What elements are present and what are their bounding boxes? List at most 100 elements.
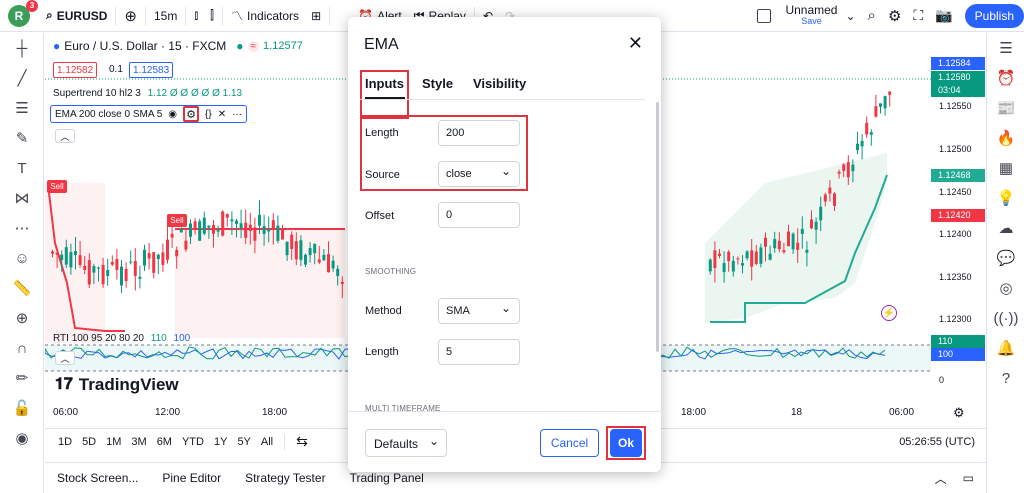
collapse-rti-chevron-up-icon[interactable]: ︿ bbox=[55, 351, 75, 365]
range-button[interactable]: YTD bbox=[177, 436, 209, 448]
rti-scale-label: 0 bbox=[939, 375, 945, 385]
settings-button[interactable]: ⚙ bbox=[882, 0, 907, 32]
range-button[interactable]: 6M bbox=[152, 436, 177, 448]
buy-price-box[interactable]: 1.12583 bbox=[129, 62, 174, 78]
price-scale-label: 1.12500 bbox=[939, 144, 972, 154]
user-avatar[interactable]: R 3 bbox=[8, 0, 38, 27]
alarm-clock-icon[interactable]: ⏰ bbox=[987, 63, 1024, 93]
prediction-icon[interactable]: ⋯ bbox=[0, 213, 44, 243]
more-icon[interactable]: ··· bbox=[232, 109, 242, 120]
source-code-icon[interactable]: {} bbox=[205, 109, 212, 120]
cancel-button[interactable]: Cancel bbox=[540, 429, 599, 457]
range-button[interactable]: 1Y bbox=[209, 436, 232, 448]
range-button[interactable]: 5Y bbox=[232, 436, 255, 448]
source-select[interactable]: close bbox=[438, 161, 520, 187]
watchlist-icon[interactable]: ☰ bbox=[987, 33, 1024, 63]
utc-clock[interactable]: 05:26:55 (UTC) bbox=[894, 436, 980, 448]
layout-button[interactable]: Unnamed Save ⌄ bbox=[751, 0, 861, 32]
defaults-dropdown[interactable]: Defaults ⌄ bbox=[365, 429, 447, 457]
smiley-icon[interactable]: ☺ bbox=[0, 243, 44, 273]
range-button[interactable]: 5D bbox=[77, 436, 101, 448]
bar-type-button[interactable]: ⫿ bbox=[204, 0, 220, 32]
news-icon[interactable]: 📰 bbox=[987, 93, 1024, 123]
snapshot-button[interactable]: 📷 bbox=[929, 0, 958, 32]
lightbulb-icon[interactable]: 💡 bbox=[987, 183, 1024, 213]
dialog-scrollbar[interactable] bbox=[656, 102, 659, 352]
range-button[interactable]: 1D bbox=[53, 436, 77, 448]
brush-icon[interactable]: ✎ bbox=[0, 123, 44, 153]
eye-icon[interactable]: ◉ bbox=[168, 109, 177, 120]
ema-legend[interactable]: EMA 200 close 0 SMA 5 ◉ ⚙ {} ✕ ··· bbox=[50, 105, 248, 123]
pattern-icon[interactable]: ⋈ bbox=[0, 183, 44, 213]
scale-settings-gear-icon[interactable]: ⚙ bbox=[953, 405, 965, 421]
lock-icon[interactable]: 🔓 bbox=[0, 393, 44, 423]
help-icon[interactable]: ? bbox=[987, 363, 1024, 393]
chevron-up-icon[interactable]: ︿ bbox=[927, 470, 955, 487]
symbol-search-button[interactable]: ⌕ EURUSD bbox=[40, 0, 113, 32]
method-select[interactable]: SMA bbox=[438, 298, 520, 324]
compare-button[interactable]: ⊕ bbox=[118, 0, 143, 32]
hotlist-icon[interactable]: 🔥 bbox=[987, 123, 1024, 153]
smoothing-length-input[interactable]: 5 bbox=[438, 339, 520, 365]
zoom-icon[interactable]: ⊕ bbox=[0, 303, 44, 333]
rti-value-2: 100 bbox=[173, 333, 191, 344]
tab-pine-editor[interactable]: Pine Editor bbox=[150, 471, 233, 485]
quick-search-button[interactable]: ⌕ bbox=[862, 0, 882, 32]
broadcast-icon[interactable]: ((·)) bbox=[987, 303, 1024, 333]
interval-button[interactable]: 15m bbox=[148, 0, 183, 32]
trendline-icon[interactable]: ╱ bbox=[0, 63, 44, 93]
close-icon[interactable]: ✕ bbox=[628, 33, 643, 54]
notifications-icon[interactable]: 🔔 bbox=[987, 333, 1024, 363]
range-button[interactable]: All bbox=[256, 436, 278, 448]
drawing-toolbar: ┼ ╱ ☰ ✎ T ⋈ ⋯ ☺ 📏 ⊕ ∩ ✏ 🔓 ◉ bbox=[0, 33, 44, 493]
comment-icon[interactable]: 💬 bbox=[987, 243, 1024, 273]
supertrend-legend[interactable]: Supertrend 10 hl2 3 1.12 Ø Ø Ø Ø Ø 1.13 bbox=[53, 88, 242, 99]
tab-divider bbox=[360, 99, 645, 100]
length-input[interactable]: 200 bbox=[438, 120, 520, 146]
stream-icon[interactable]: ◎ bbox=[987, 273, 1024, 303]
rti-label: RTI 100 95 20 80 20 bbox=[53, 333, 144, 344]
maximize-icon[interactable]: ▭ bbox=[955, 471, 986, 485]
sell-price-box[interactable]: 1.12582 bbox=[53, 62, 98, 78]
tab-style[interactable]: Style bbox=[422, 76, 453, 91]
indicators-label: Indicators bbox=[247, 8, 300, 23]
dialog-title: EMA bbox=[364, 36, 399, 53]
templates-button[interactable]: ⊞ bbox=[305, 0, 327, 32]
tab-stock-screener[interactable]: Stock Screen... bbox=[45, 471, 150, 485]
offset-input[interactable]: 0 bbox=[438, 202, 520, 228]
crosshair-icon[interactable]: ┼ bbox=[0, 33, 44, 63]
text-icon[interactable]: T bbox=[0, 153, 44, 183]
ok-button[interactable]: Ok bbox=[610, 429, 642, 457]
candle-type-button[interactable]: ⫾ bbox=[188, 0, 204, 32]
collapse-legend-chevron-up-icon[interactable]: ︿ bbox=[55, 129, 75, 143]
publish-button[interactable]: Publish bbox=[964, 3, 1024, 28]
goto-date-calendar-icon[interactable]: ⇆ bbox=[291, 433, 313, 450]
tab-inputs[interactable]: Inputs bbox=[365, 76, 404, 91]
range-button[interactable]: 3M bbox=[126, 436, 151, 448]
divider bbox=[144, 6, 146, 25]
lightning-icon[interactable]: ⚡ bbox=[881, 305, 897, 321]
ruler-icon[interactable]: 📏 bbox=[0, 273, 44, 303]
tab-trading-panel[interactable]: Trading Panel bbox=[338, 471, 436, 485]
calendar-icon[interactable]: ▦ bbox=[987, 153, 1024, 183]
tradingview-logo[interactable]: 𝟏𝟕 TradingView bbox=[55, 375, 179, 395]
magnet-icon[interactable]: ∩ bbox=[0, 333, 44, 363]
fullscreen-button[interactable]: ⛶ bbox=[907, 0, 929, 32]
ema-settings-gear-icon[interactable]: ⚙ bbox=[183, 106, 200, 122]
fib-icon[interactable]: ☰ bbox=[0, 93, 44, 123]
magnifier-icon: ⌕ bbox=[867, 7, 876, 24]
tab-strategy-tester[interactable]: Strategy Tester bbox=[233, 471, 337, 485]
time-label: 18 bbox=[791, 407, 803, 418]
lock-drawings-icon[interactable]: ✏ bbox=[0, 363, 44, 393]
divider bbox=[329, 6, 331, 25]
chat-icon[interactable]: ☁ bbox=[987, 213, 1024, 243]
eye-icon[interactable]: ◉ bbox=[0, 423, 44, 453]
remove-icon[interactable]: ✕ bbox=[218, 109, 226, 120]
range-button[interactable]: 1M bbox=[101, 436, 126, 448]
ema-settings-dialog: EMA ✕ Inputs Style Visibility Length 200… bbox=[348, 17, 661, 472]
rti-legend[interactable]: RTI 100 95 20 80 20 110 100 bbox=[53, 333, 190, 344]
tab-visibility[interactable]: Visibility bbox=[473, 76, 526, 91]
indicators-button[interactable]: 〽 Indicators bbox=[225, 0, 305, 32]
price-scale[interactable]: 1.12584 1.12580 03:04 1.12550 1.12500 1.… bbox=[931, 33, 986, 428]
avatar-letter: R bbox=[14, 8, 24, 23]
